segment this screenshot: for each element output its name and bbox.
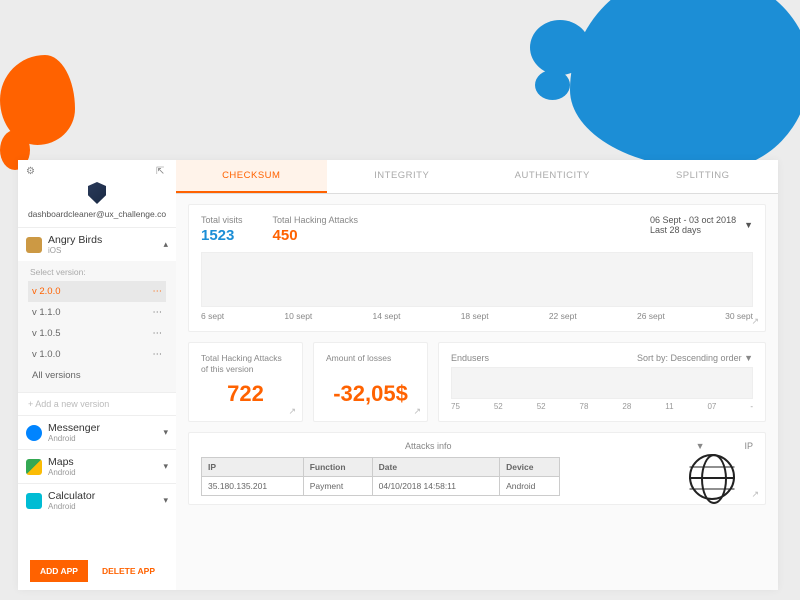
- hacks-version-card: Total Hacking Attacks of this version 72…: [188, 342, 303, 422]
- globe-icon: [689, 454, 735, 500]
- more-icon: ⋯: [153, 286, 163, 297]
- hacks-label: Total Hacking Attacks: [273, 215, 359, 225]
- filter-icon[interactable]: ▼: [696, 441, 705, 451]
- tab-checksum[interactable]: CHECKSUM: [176, 160, 327, 193]
- add-app-button[interactable]: ADD APP: [30, 560, 88, 582]
- ip-column-label: IP: [744, 441, 753, 451]
- app-icon: [26, 459, 42, 475]
- more-icon: ⋯: [153, 328, 163, 339]
- sidebar-item-messenger[interactable]: MessengerAndroid ▾: [18, 415, 176, 449]
- shield-icon: [88, 182, 106, 204]
- tab-splitting[interactable]: SPLITTING: [628, 160, 779, 193]
- visits-value: 1523: [201, 227, 243, 244]
- hacks-value: 450: [273, 227, 359, 244]
- expand-icon[interactable]: ⇱: [156, 166, 168, 178]
- losses-card: Amount of losses -32,05$ ↗: [313, 342, 428, 422]
- version-item[interactable]: v 1.0.5⋯: [28, 323, 166, 344]
- logo: [18, 182, 176, 207]
- version-item[interactable]: v 2.0.0⋯: [28, 281, 166, 302]
- sidebar-item-angry-birds[interactable]: Angry BirdsiOS ▴: [18, 227, 176, 261]
- sidebar: ⚙ ⇱ dashboardcleaner@ux_challenge.co Ang…: [18, 160, 176, 590]
- table-row[interactable]: 35.180.135.201Payment04/10/2018 14:58:11…: [202, 477, 560, 496]
- chevron-down-icon: ▼: [744, 220, 753, 230]
- chevron-down-icon: ▾: [163, 461, 168, 472]
- x-axis: 6 sept10 sept14 sept18 sept22 sept26 sep…: [201, 311, 753, 321]
- tab-integrity[interactable]: INTEGRITY: [327, 160, 478, 193]
- chevron-up-icon: ▴: [163, 239, 168, 250]
- endusers-title: Endusers: [451, 353, 489, 363]
- visits-label: Total visits: [201, 215, 243, 225]
- version-list: Select version: v 2.0.0⋯ v 1.1.0⋯ v 1.0.…: [18, 261, 176, 392]
- table-header-row: IPFunctionDateDevice: [202, 458, 560, 477]
- attacks-card: Attacks info ▼ IP ↗ IPFunctionDateDevice…: [188, 432, 766, 505]
- share-icon[interactable]: ↗: [288, 406, 296, 417]
- version-item[interactable]: All versions: [28, 365, 166, 386]
- delete-app-button[interactable]: DELETE APP: [94, 560, 163, 582]
- more-icon: ⋯: [153, 307, 163, 318]
- app-icon: [26, 237, 42, 253]
- sort-selector[interactable]: Sort by: Descending order ▼: [637, 353, 753, 363]
- add-version[interactable]: + Add a new version: [18, 392, 176, 415]
- hacks-version-value: 722: [201, 381, 290, 407]
- endusers-chart: [451, 367, 753, 399]
- overview-card: Total visits 1523 Total Hacking Attacks …: [188, 204, 766, 332]
- app-panel: ⚙ ⇱ dashboardcleaner@ux_challenge.co Ang…: [18, 160, 778, 590]
- trend-chart: [201, 252, 753, 307]
- losses-value: -32,05$: [326, 381, 415, 407]
- tab-bar: CHECKSUM INTEGRITY AUTHENTICITY SPLITTIN…: [176, 160, 778, 194]
- app-icon: [26, 493, 42, 509]
- gear-icon[interactable]: ⚙: [26, 166, 38, 178]
- app-icon: [26, 425, 42, 441]
- attacks-table: IPFunctionDateDevice 35.180.135.201Payme…: [201, 457, 560, 496]
- share-icon[interactable]: ↗: [413, 406, 421, 417]
- date-range-selector[interactable]: 06 Sept - 03 oct 2018Last 28 days ▼: [650, 215, 753, 235]
- tab-authenticity[interactable]: AUTHENTICITY: [477, 160, 628, 193]
- share-icon[interactable]: ↗: [751, 489, 759, 500]
- share-icon[interactable]: ↗: [751, 316, 759, 327]
- chevron-down-icon: ▾: [163, 495, 168, 506]
- chevron-down-icon: ▾: [163, 427, 168, 438]
- version-item[interactable]: v 1.1.0⋯: [28, 302, 166, 323]
- user-email: dashboardcleaner@ux_challenge.co: [18, 209, 176, 219]
- version-item[interactable]: v 1.0.0⋯: [28, 344, 166, 365]
- attacks-title: Attacks info: [201, 441, 656, 451]
- sidebar-item-maps[interactable]: MapsAndroid ▾: [18, 449, 176, 483]
- endusers-card: Endusers Sort by: Descending order ▼ 755…: [438, 342, 766, 422]
- main-content: CHECKSUM INTEGRITY AUTHENTICITY SPLITTIN…: [176, 160, 778, 590]
- more-icon: ⋯: [153, 349, 163, 360]
- sidebar-item-calculator[interactable]: CalculatorAndroid ▾: [18, 483, 176, 517]
